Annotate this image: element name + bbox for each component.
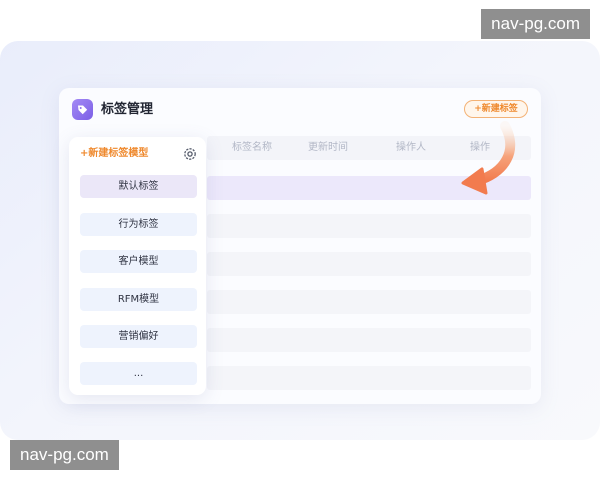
table-row[interactable]: [207, 176, 531, 200]
column-header-operator[interactable]: 操作人: [396, 136, 426, 160]
new-tag-model-button[interactable]: +新建标签模型: [80, 146, 148, 162]
watermark-bottom: nav-pg.com: [10, 440, 119, 470]
watermark-top: nav-pg.com: [481, 9, 590, 39]
new-tag-button[interactable]: +新建标签: [464, 100, 528, 118]
tag-icon: [72, 99, 93, 120]
column-header-actions: 操作: [470, 142, 490, 153]
sidebar-item-marketing-preference[interactable]: 营销偏好: [80, 325, 197, 348]
table-row[interactable]: [207, 290, 531, 314]
table-row[interactable]: [207, 366, 531, 390]
table-row[interactable]: [207, 328, 531, 352]
column-header-updated-time[interactable]: 更新时间: [308, 136, 348, 160]
sidebar-item-more[interactable]: ...: [80, 362, 197, 385]
table-row[interactable]: [207, 252, 531, 276]
canvas: 标签管理 +新建标签 标签名称 更新时间 操作人 操作 +新建标签模型 默认标签…: [0, 0, 600, 480]
sidebar-item-behavior-tags[interactable]: 行为标签: [80, 213, 197, 236]
gear-icon[interactable]: [183, 147, 197, 161]
page-title: 标签管理: [101, 102, 154, 117]
sidebar-item-default-tags[interactable]: 默认标签: [80, 175, 197, 198]
column-header-tag-name[interactable]: 标签名称: [232, 136, 272, 160]
tag-model-panel: +新建标签模型 默认标签 行为标签 客户模型 RFM模型 营销偏好 ...: [69, 137, 206, 395]
sidebar-item-customer-model[interactable]: 客户模型: [80, 250, 197, 273]
table-header: 标签名称 更新时间 操作人 操作: [207, 136, 531, 160]
table-row[interactable]: [207, 214, 531, 238]
sidebar-item-rfm-model[interactable]: RFM模型: [80, 288, 197, 311]
